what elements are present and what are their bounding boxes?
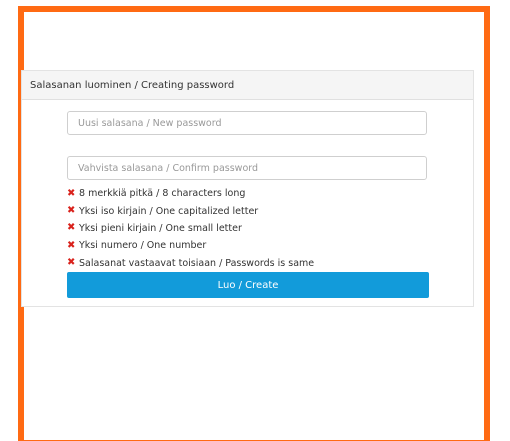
create-password-panel: Salasanan luominen / Creating password ✖… xyxy=(21,70,474,307)
requirement-label: Yksi iso kirjain / One capitalized lette… xyxy=(79,205,259,217)
x-icon: ✖ xyxy=(67,222,76,234)
requirement-label: Yksi pieni kirjain / One small letter xyxy=(79,222,242,234)
new-password-input[interactable] xyxy=(67,111,427,135)
create-button[interactable]: Luo / Create xyxy=(67,272,429,298)
requirement-item: ✖ Yksi numero / One number xyxy=(67,237,314,254)
password-requirements-list: ✖ 8 merkkiä pitkä / 8 characters long ✖ … xyxy=(67,185,314,272)
requirement-item: ✖ Yksi pieni kirjain / One small letter xyxy=(67,220,314,237)
x-icon: ✖ xyxy=(67,257,76,269)
requirement-item: ✖ Salasanat vastaavat toisiaan / Passwor… xyxy=(67,255,314,272)
x-icon: ✖ xyxy=(67,187,76,199)
requirement-label: 8 merkkiä pitkä / 8 characters long xyxy=(79,188,246,200)
requirement-item: ✖ 8 merkkiä pitkä / 8 characters long xyxy=(67,185,314,202)
confirm-password-input[interactable] xyxy=(67,156,427,180)
panel-header: Salasanan luominen / Creating password xyxy=(22,71,473,100)
x-icon: ✖ xyxy=(67,239,76,251)
requirement-label: Salasanat vastaavat toisiaan / Passwords… xyxy=(79,257,315,269)
x-icon: ✖ xyxy=(67,205,76,217)
panel-title: Salasanan luominen / Creating password xyxy=(30,79,235,91)
requirement-label: Yksi numero / One number xyxy=(79,240,207,252)
requirement-item: ✖ Yksi iso kirjain / One capitalized let… xyxy=(67,202,314,219)
